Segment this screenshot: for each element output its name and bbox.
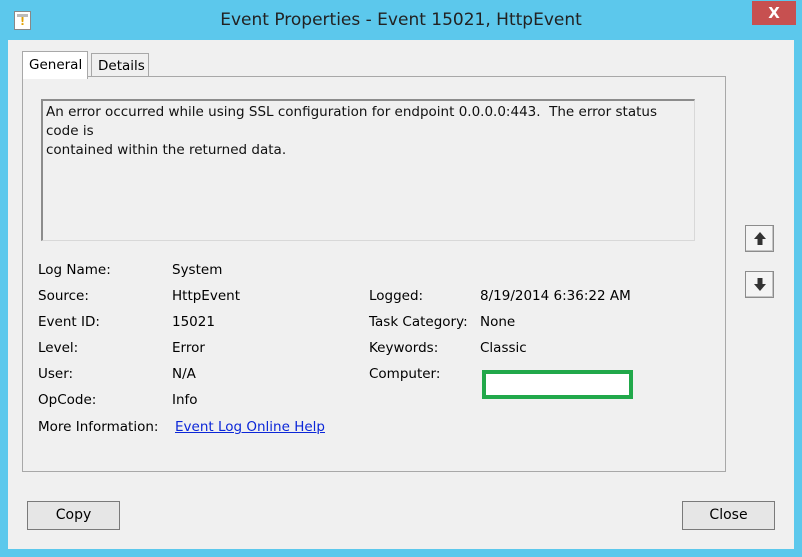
level-value: Error bbox=[172, 340, 205, 356]
arrow-down-icon bbox=[754, 278, 766, 291]
more-information-label: More Information: bbox=[38, 419, 159, 435]
task-category-value: None bbox=[480, 314, 516, 330]
previous-event-button[interactable] bbox=[745, 225, 774, 252]
computer-label: Computer: bbox=[369, 366, 441, 382]
event-id-value: 15021 bbox=[172, 314, 215, 330]
event-properties-window: Event Properties - Event 15021, HttpEven… bbox=[0, 0, 802, 557]
computer-value-redacted-box bbox=[482, 370, 633, 399]
logged-label: Logged: bbox=[369, 288, 424, 304]
event-description-text[interactable]: An error occurred while using SSL config… bbox=[41, 99, 695, 241]
log-name-value: System bbox=[172, 262, 223, 278]
tab-general[interactable]: General bbox=[22, 51, 88, 79]
copy-button[interactable]: Copy bbox=[27, 501, 120, 530]
keywords-value: Classic bbox=[480, 340, 527, 356]
title-bar: Event Properties - Event 15021, HttpEven… bbox=[0, 0, 802, 40]
event-log-online-help-link[interactable]: Event Log Online Help bbox=[175, 419, 325, 435]
dialog-client-area: General Details An error occurred while … bbox=[8, 40, 794, 549]
logged-value: 8/19/2014 6:36:22 AM bbox=[480, 288, 631, 304]
general-tab-panel: An error occurred while using SSL config… bbox=[22, 76, 726, 472]
arrow-up-icon bbox=[754, 232, 766, 245]
task-category-label: Task Category: bbox=[369, 314, 468, 330]
user-label: User: bbox=[38, 366, 74, 382]
user-value: N/A bbox=[172, 366, 196, 382]
opcode-value: Info bbox=[172, 392, 198, 408]
next-event-button[interactable] bbox=[745, 271, 774, 298]
source-value: HttpEvent bbox=[172, 288, 240, 304]
log-name-label: Log Name: bbox=[38, 262, 111, 278]
window-close-button[interactable]: X bbox=[752, 1, 796, 25]
close-button[interactable]: Close bbox=[682, 501, 775, 530]
level-label: Level: bbox=[38, 340, 79, 356]
source-label: Source: bbox=[38, 288, 89, 304]
event-id-label: Event ID: bbox=[38, 314, 100, 330]
opcode-label: OpCode: bbox=[38, 392, 97, 408]
keywords-label: Keywords: bbox=[369, 340, 439, 356]
window-title: Event Properties - Event 15021, HttpEven… bbox=[220, 10, 582, 30]
